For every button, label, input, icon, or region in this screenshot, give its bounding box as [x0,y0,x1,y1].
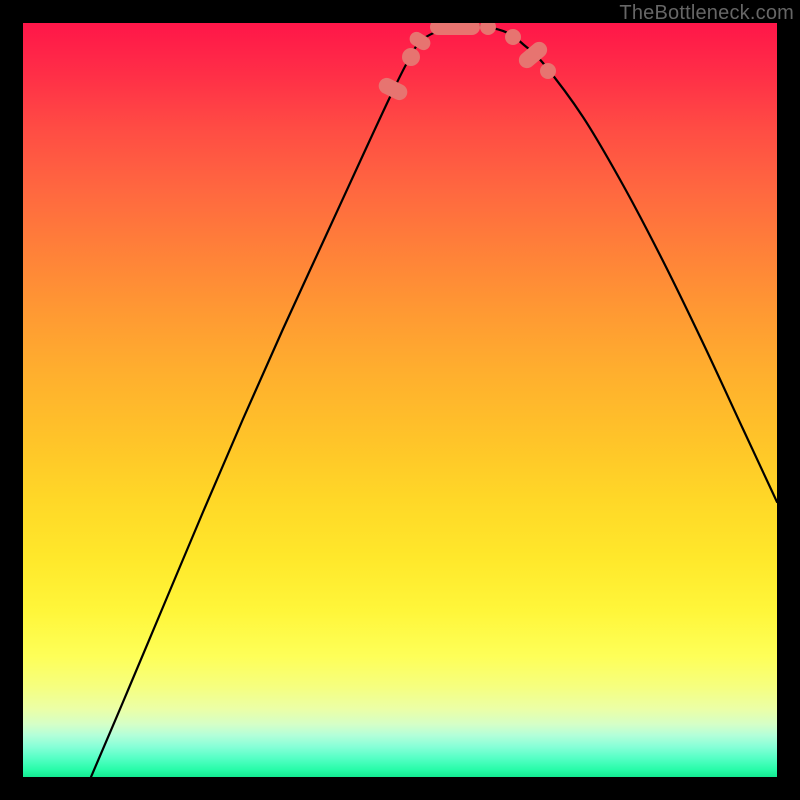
curve-marker [407,29,433,53]
bottleneck-curve [23,23,777,777]
curve-marker [480,23,496,35]
curve-marker [516,39,551,72]
curve-marker [402,48,420,66]
chart-plot-area [23,23,777,777]
curve-marker [430,23,480,35]
curve-marker [505,29,521,45]
watermark-text: TheBottleneck.com [619,2,794,25]
curve-marker [376,75,410,103]
curve-marker [540,63,556,79]
